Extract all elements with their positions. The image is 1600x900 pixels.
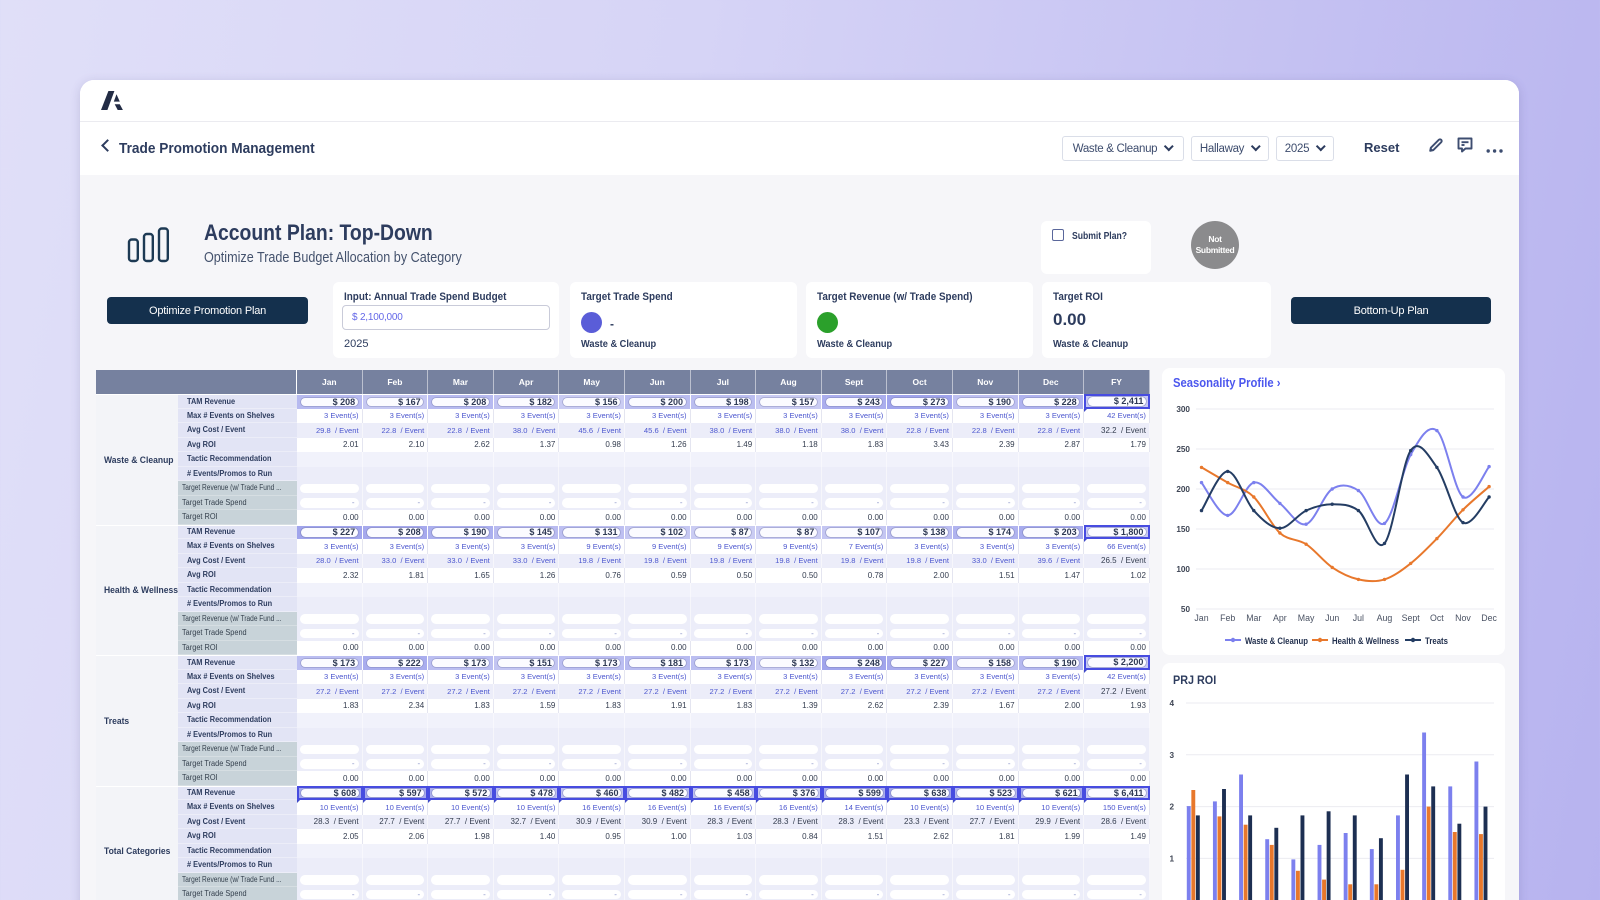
svg-text:1: 1 [1169, 854, 1174, 863]
svg-text:300: 300 [1176, 405, 1190, 414]
svg-text:Waste & Cleanup: Waste & Cleanup [1245, 636, 1308, 646]
svg-text:2: 2 [1169, 803, 1174, 812]
svg-text:May: May [1298, 613, 1315, 623]
svg-text:Treats: Treats [1425, 636, 1448, 646]
svg-text:Apr: Apr [1273, 613, 1287, 623]
svg-text:4: 4 [1169, 699, 1174, 708]
svg-text:Nov: Nov [1455, 613, 1471, 623]
svg-text:Mar: Mar [1246, 613, 1261, 623]
svg-text:Jun: Jun [1325, 613, 1339, 623]
svg-text:3: 3 [1169, 751, 1174, 760]
svg-text:150: 150 [1176, 525, 1190, 534]
svg-text:Jan: Jan [1194, 613, 1208, 623]
svg-text:Feb: Feb [1220, 613, 1235, 623]
svg-text:Aug: Aug [1377, 613, 1393, 623]
svg-text:50: 50 [1181, 605, 1191, 614]
svg-text:Oct: Oct [1430, 613, 1444, 623]
svg-text:Dec: Dec [1481, 613, 1497, 623]
svg-text:200: 200 [1176, 485, 1190, 494]
svg-text:Health & Wellness: Health & Wellness [1332, 636, 1399, 646]
svg-text:100: 100 [1176, 565, 1190, 574]
svg-text:250: 250 [1176, 445, 1190, 454]
svg-text:Sept: Sept [1402, 613, 1421, 623]
svg-text:Jul: Jul [1353, 613, 1364, 623]
